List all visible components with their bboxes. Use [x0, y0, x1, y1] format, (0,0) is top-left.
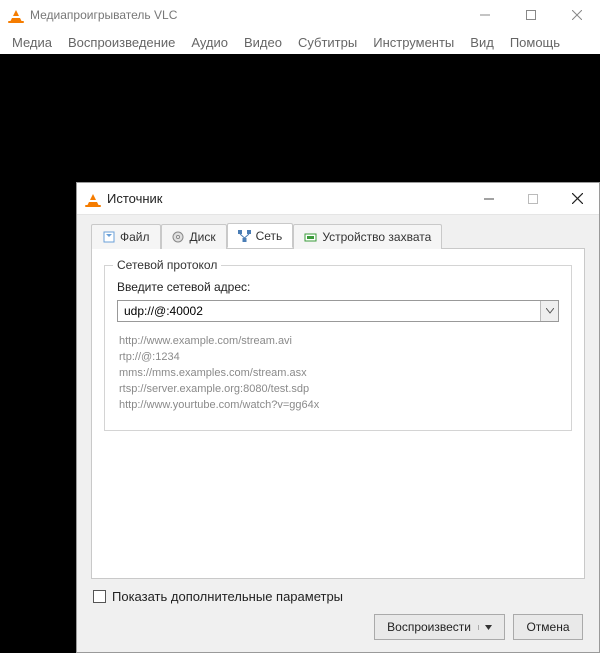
tab-file-label: Файл	[120, 230, 150, 244]
main-menubar: Медиа Воспроизведение Аудио Видео Субтит…	[0, 30, 600, 54]
menu-media[interactable]: Медиа	[4, 32, 60, 53]
chevron-down-icon	[546, 308, 554, 314]
vlc-cone-icon	[85, 191, 101, 207]
minimize-button[interactable]	[462, 0, 508, 30]
tab-disc-label: Диск	[190, 230, 216, 244]
menu-video[interactable]: Видео	[236, 32, 290, 53]
menu-playback[interactable]: Воспроизведение	[60, 32, 183, 53]
example-line: mms://mms.examples.com/stream.asx	[119, 366, 557, 382]
open-media-dialog: Источник Файл Диск	[76, 182, 600, 653]
play-button-dropdown[interactable]	[478, 625, 492, 630]
source-tabs: Файл Диск Сеть Устройство захвата	[91, 223, 585, 249]
vlc-cone-icon	[8, 7, 24, 23]
combobox-dropdown-button[interactable]	[540, 301, 558, 321]
play-button-label: Воспроизвести	[387, 620, 471, 634]
file-icon	[102, 231, 115, 244]
tab-network-label: Сеть	[256, 229, 283, 243]
close-button[interactable]	[554, 0, 600, 30]
network-address-input[interactable]	[118, 301, 540, 321]
dialog-close-button[interactable]	[555, 183, 599, 215]
tab-network-panel: Сетевой протокол Введите сетевой адрес: …	[91, 249, 585, 579]
show-more-options-checkbox[interactable]	[93, 590, 106, 603]
capture-icon	[304, 231, 317, 244]
cancel-button-label: Отмена	[526, 620, 569, 634]
example-line: rtsp://server.example.org:8080/test.sdp	[119, 382, 557, 398]
tab-network[interactable]: Сеть	[227, 223, 294, 248]
url-examples: http://www.example.com/stream.avi rtp://…	[117, 332, 559, 416]
main-window-controls	[462, 0, 600, 30]
tab-capture-label: Устройство захвата	[322, 230, 431, 244]
example-line: rtp://@:1234	[119, 350, 557, 366]
menu-subtitles[interactable]: Субтитры	[290, 32, 365, 53]
network-icon	[238, 229, 251, 242]
caret-down-icon	[485, 625, 492, 630]
main-titlebar: Медиапроигрыватель VLC	[0, 0, 600, 30]
example-line: http://www.example.com/stream.avi	[119, 334, 557, 350]
network-protocol-group: Сетевой протокол Введите сетевой адрес: …	[104, 265, 572, 431]
dialog-titlebar: Источник	[77, 183, 599, 215]
dialog-minimize-button[interactable]	[467, 183, 511, 215]
example-line: http://www.yourtube.com/watch?v=gg64x	[119, 398, 557, 414]
network-address-combobox[interactable]	[117, 300, 559, 322]
menu-view[interactable]: Вид	[462, 32, 502, 53]
dialog-body: Файл Диск Сеть Устройство захвата	[77, 215, 599, 652]
tab-disc[interactable]: Диск	[161, 224, 227, 249]
main-window-title: Медиапроигрыватель VLC	[30, 8, 462, 22]
dialog-title: Источник	[107, 191, 467, 206]
maximize-button[interactable]	[508, 0, 554, 30]
menu-audio[interactable]: Аудио	[183, 32, 236, 53]
menu-help[interactable]: Помощь	[502, 32, 568, 53]
menu-tools[interactable]: Инструменты	[365, 32, 462, 53]
show-more-options-label: Показать дополнительные параметры	[112, 589, 343, 604]
disc-icon	[172, 231, 185, 244]
show-more-options-row[interactable]: Показать дополнительные параметры	[93, 589, 583, 604]
dialog-button-row: Воспроизвести Отмена	[91, 614, 585, 640]
tab-capture[interactable]: Устройство захвата	[293, 224, 442, 249]
tab-file[interactable]: Файл	[91, 224, 161, 249]
dialog-maximize-button	[511, 183, 555, 215]
network-protocol-legend: Сетевой протокол	[113, 258, 221, 272]
cancel-button[interactable]: Отмена	[513, 614, 583, 640]
play-button[interactable]: Воспроизвести	[374, 614, 505, 640]
network-address-label: Введите сетевой адрес:	[117, 280, 559, 294]
